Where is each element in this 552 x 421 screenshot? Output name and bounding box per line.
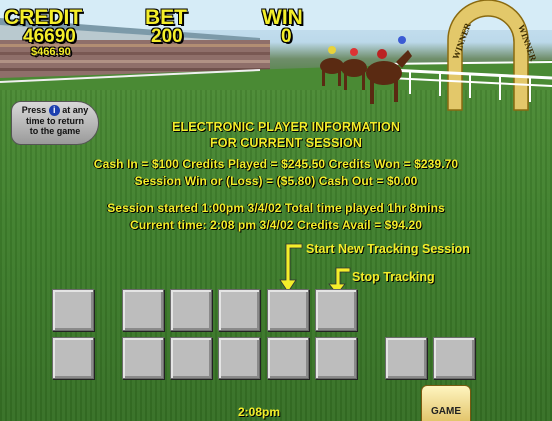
game-button[interactable]: GAME xyxy=(421,385,471,421)
panel-button[interactable] xyxy=(122,289,164,331)
bet-value: 200 xyxy=(151,26,183,47)
racing-horses-image xyxy=(320,36,412,104)
info-cash-line: Cash In = $100 Credits Played = $245.50 … xyxy=(93,157,459,171)
win-value: 0 xyxy=(281,26,292,47)
panel-button[interactable] xyxy=(52,337,94,379)
at-any-text: at any xyxy=(62,105,89,115)
info-title-1: ELECTRONIC PLAYER INFORMATION xyxy=(172,120,400,134)
panel-button[interactable] xyxy=(170,289,212,331)
panel-button[interactable] xyxy=(170,337,212,379)
credit-dollars: $466.90 xyxy=(31,46,71,58)
stop-tracking-button[interactable] xyxy=(315,289,357,331)
game-screen: WINNER WINNER CREDIT 46690 $466.90 BET 2… xyxy=(0,0,552,421)
panel-button[interactable] xyxy=(122,337,164,379)
panel-button[interactable] xyxy=(385,337,427,379)
start-new-tracking-session-button[interactable] xyxy=(267,289,309,331)
info-title-2: FOR CURRENT SESSION xyxy=(210,136,362,150)
arrow-down-icon xyxy=(279,243,303,293)
info-session-win-line: Session Win or (Loss) = ($5.80) Cash Out… xyxy=(134,174,418,188)
start-tracking-label: Start New Tracking Session xyxy=(306,242,470,256)
clock-display: 2:08pm xyxy=(238,405,281,419)
info-session-started-line: Session started 1:00pm 3/4/02 Total time… xyxy=(107,201,445,215)
panel-button[interactable] xyxy=(433,337,475,379)
panel-button[interactable] xyxy=(218,289,260,331)
credit-value: 46690 xyxy=(23,26,76,47)
panel-button[interactable] xyxy=(52,289,94,331)
info-icon: i xyxy=(48,105,60,116)
stop-tracking-label: Stop Tracking xyxy=(352,270,435,284)
panel-button[interactable] xyxy=(315,337,357,379)
info-current-time-line: Current time: 2:08 pm 3/4/02 Credits Ava… xyxy=(129,218,422,232)
panel-button[interactable] xyxy=(267,337,309,379)
panel-button[interactable] xyxy=(218,337,260,379)
press-text: Press xyxy=(21,105,47,115)
